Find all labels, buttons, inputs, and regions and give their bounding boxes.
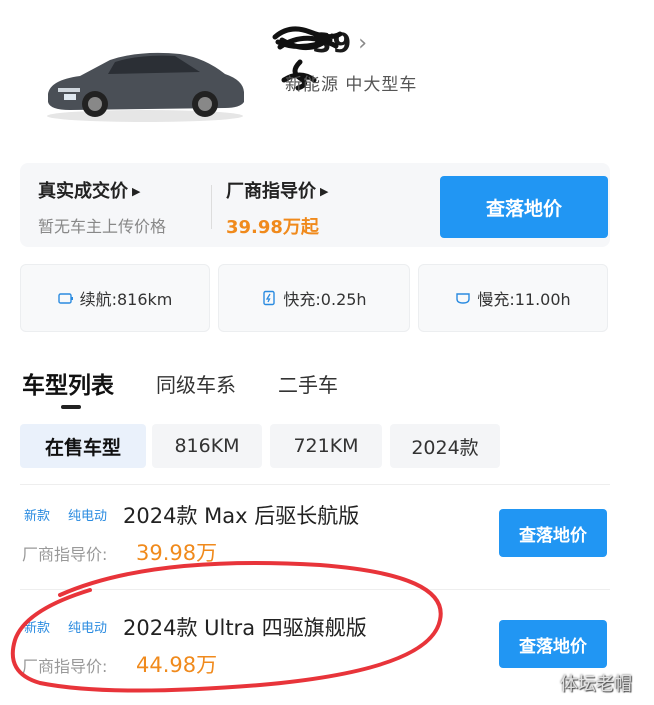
real-price-section[interactable]: 真实成交价 ▶ 暂无车主上传价格	[38, 177, 166, 237]
check-landing-price-button[interactable]: 查落地价	[499, 509, 607, 557]
spec-fast-charge: 快充:0.25h	[218, 264, 410, 332]
divider	[211, 185, 212, 229]
chevron-right-icon: ›	[358, 31, 368, 56]
check-landing-price-button[interactable]: 查落地价	[499, 620, 607, 668]
battery-icon	[57, 293, 73, 304]
spec-fast-charge-label: 快充:0.25h	[283, 290, 367, 309]
filter-721km[interactable]: 721KM	[270, 424, 382, 468]
guide-price-title: 厂商指导价	[226, 181, 316, 202]
slow-charge-icon	[456, 293, 471, 304]
divider	[20, 484, 610, 485]
filter-816km[interactable]: 816KM	[152, 424, 262, 468]
tag-ev: 纯电动	[68, 509, 108, 524]
triangle-right-icon: ▶	[132, 185, 141, 198]
filter-2024[interactable]: 2024款	[390, 424, 500, 468]
car-image	[47, 52, 244, 122]
active-tab-indicator	[61, 405, 81, 409]
tab-same-class[interactable]: 同级车系	[156, 369, 236, 398]
model-subtitle: 新能源 中大型车	[285, 75, 418, 95]
triangle-right-icon: ▶	[320, 185, 329, 198]
real-price-title: 真实成交价	[38, 181, 128, 202]
spec-slow-charge-label: 慢充:11.00h	[477, 290, 571, 309]
guide-price-section[interactable]: 厂商指导价 ▶ 39.98万起	[226, 177, 328, 239]
tab-model-list[interactable]: 车型列表	[22, 366, 114, 400]
check-landing-price-button[interactable]: 查落地价	[440, 176, 608, 238]
tag-new: 新款	[24, 509, 51, 524]
price-panel: 真实成交价 ▶ 暂无车主上传价格 厂商指导价 ▶ 39.98万起 查落地价	[20, 163, 610, 247]
red-circle-annotation	[10, 561, 443, 693]
tab-used-cars[interactable]: 二手车	[278, 369, 338, 398]
spec-range-label: 续航:816km	[79, 290, 173, 309]
guide-price-value: 39.98万起	[226, 217, 319, 238]
watermark: 体坛老帽	[560, 674, 632, 695]
filter-on-sale[interactable]: 在售车型	[20, 424, 146, 468]
spec-slow-charge: 慢充:11.00h	[418, 264, 608, 332]
real-price-sub: 暂无车主上传价格	[38, 217, 167, 236]
fast-charge-icon	[263, 290, 276, 306]
spec-range: 续航:816km	[20, 264, 210, 332]
trim-name[interactable]: 2024款 Max 后驱长航版	[123, 500, 359, 530]
